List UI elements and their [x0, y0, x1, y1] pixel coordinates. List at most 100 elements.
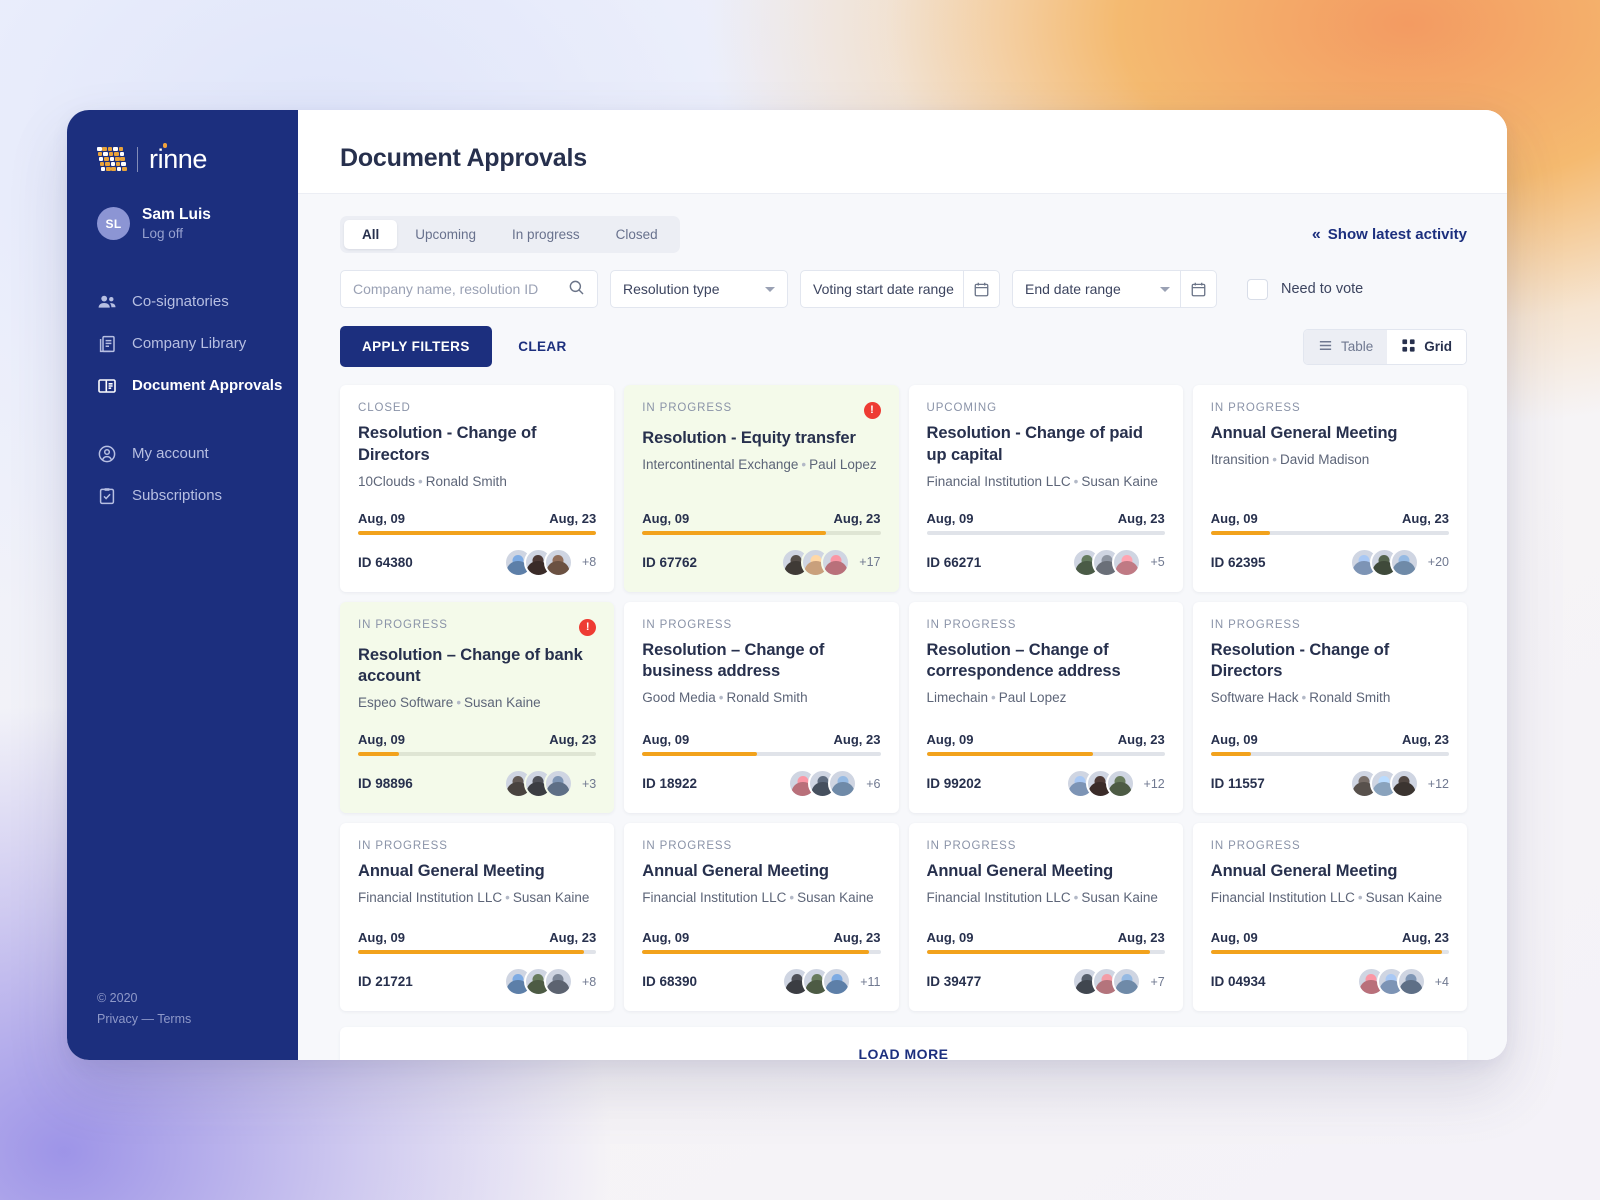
avatar — [543, 967, 573, 997]
voting-start-date-label: Voting start date range — [813, 281, 954, 297]
resolution-card[interactable]: UPCOMING Resolution - Change of paid up c… — [908, 385, 1183, 592]
resolution-card[interactable]: IN PROGRESS! Resolution - Equity transfer… — [624, 385, 899, 592]
avatar-stack — [1072, 967, 1142, 997]
end-date-range-field[interactable]: End date range — [1012, 270, 1217, 308]
card-person: Ronald Smith — [1309, 690, 1391, 706]
status-badge: IN PROGRESS — [642, 618, 733, 631]
avatar-group[interactable]: +3 — [503, 769, 596, 799]
avatar-overflow-count: +17 — [859, 555, 881, 570]
terms-link[interactable]: Terms — [157, 1012, 191, 1026]
card-subtitle: Intercontinental Exchange • Paul Lopez — [642, 457, 880, 472]
avatar-stack — [503, 769, 573, 799]
avatar-group[interactable]: +7 — [1072, 967, 1165, 997]
checkbox-box[interactable] — [1247, 278, 1268, 300]
filter-action-buttons: APPLY FILTERS CLEAR — [340, 326, 567, 367]
avatar — [821, 547, 851, 577]
status-badge: IN PROGRESS — [926, 618, 1017, 631]
avatar-group[interactable]: +12 — [1349, 769, 1449, 799]
card-start-date: Aug, 09 — [642, 930, 690, 946]
tab-in-progress[interactable]: In progress — [494, 220, 598, 249]
avatar-overflow-count: +12 — [1427, 776, 1449, 791]
avatar — [1389, 547, 1419, 577]
avatar-group[interactable]: +8 — [503, 547, 596, 577]
card-company: Financial Institution LLC — [642, 889, 787, 905]
load-more-button[interactable]: LOAD MORE — [340, 1027, 1467, 1060]
resolution-card[interactable]: IN PROGRESS Annual General Meeting Financi… — [908, 823, 1183, 1012]
card-title: Resolution - Change of paid up capital — [926, 424, 1143, 464]
logo-i-dot-icon — [162, 143, 167, 148]
card-footer: ID 64380 +8 — [358, 535, 596, 592]
resolution-card[interactable]: IN PROGRESS Resolution – Change of busine… — [624, 601, 899, 814]
avatar-group[interactable]: +4 — [1356, 967, 1449, 997]
status-badge: IN PROGRESS — [642, 402, 733, 414]
user-profile[interactable]: SL Sam Luis Log off — [67, 173, 298, 243]
avatar-group[interactable]: +17 — [781, 547, 881, 577]
card-end-date: Aug, 23 — [549, 510, 597, 526]
card-company: Espeo Software — [358, 695, 454, 711]
card-header: IN PROGRESS — [642, 840, 880, 852]
resolution-card[interactable]: IN PROGRESS Annual General Meeting Financi… — [340, 823, 615, 1012]
avatar-stack — [788, 769, 858, 799]
tab-all[interactable]: All — [344, 220, 398, 249]
avatar-group[interactable]: +6 — [788, 769, 881, 799]
avatar-stack — [1356, 967, 1426, 997]
card-header: IN PROGRESS — [358, 840, 596, 852]
card-title: Resolution – Change of correspondence ad… — [926, 640, 1121, 681]
avatar-group[interactable]: +20 — [1349, 547, 1449, 577]
sidebar-item-my-account[interactable]: My account — [67, 433, 298, 475]
card-start-date: Aug, 09 — [358, 510, 405, 526]
alert-icon[interactable]: ! — [863, 402, 881, 419]
voting-start-date-range-field[interactable]: Voting start date range — [800, 270, 1000, 308]
card-title: Annual General Meeting — [1210, 862, 1398, 881]
separator-dot-icon: • — [418, 473, 423, 489]
avatar-group[interactable]: +8 — [503, 967, 596, 997]
search-icon[interactable] — [568, 279, 585, 299]
resolution-card[interactable]: IN PROGRESS! Resolution – Change of bank … — [340, 601, 615, 814]
need-to-vote-checkbox[interactable]: Need to vote — [1247, 278, 1363, 300]
avatar-group[interactable]: +5 — [1072, 547, 1165, 577]
clear-filters-button[interactable]: CLEAR — [518, 339, 567, 354]
resolution-card[interactable]: IN PROGRESS Annual General Meeting Financi… — [624, 823, 899, 1012]
sidebar-item-subscriptions[interactable]: Subscriptions — [67, 475, 298, 517]
status-badge: IN PROGRESS — [1210, 402, 1301, 414]
resolution-card[interactable]: CLOSED Resolution - Change of Directors 10… — [340, 385, 615, 592]
log-off-link[interactable]: Log off — [142, 225, 211, 243]
show-latest-activity-button[interactable]: « Show latest activity — [1312, 226, 1467, 243]
resolution-card[interactable]: IN PROGRESS Annual General Meeting Financi… — [1192, 823, 1467, 1012]
card-company: Good Media — [642, 690, 716, 706]
sidebar-item-document-approvals[interactable]: Document Approvals — [67, 365, 298, 407]
resolution-card[interactable]: IN PROGRESS Resolution - Change of Direct… — [1192, 601, 1467, 814]
view-toggle-table[interactable]: Table — [1303, 329, 1388, 364]
app-logo[interactable]: rinne — [67, 110, 298, 173]
calendar-icon[interactable] — [1180, 270, 1216, 308]
resolution-type-label: Resolution type — [623, 281, 720, 297]
card-start-date: Aug, 09 — [926, 510, 974, 526]
card-dates: Aug, 09 Aug, 23 — [358, 511, 596, 526]
avatar-stack — [503, 967, 573, 997]
apply-filters-button[interactable]: APPLY FILTERS — [340, 326, 492, 367]
search-input[interactable] — [353, 281, 553, 297]
tab-closed[interactable]: Closed — [598, 220, 676, 249]
search-field[interactable] — [340, 270, 598, 308]
avatar-group[interactable]: +11 — [782, 967, 881, 997]
card-id: ID 67762 — [642, 554, 698, 570]
card-end-date: Aug, 23 — [1117, 732, 1165, 748]
sidebar-item-company-library[interactable]: Company Library — [67, 323, 298, 365]
avatar-group[interactable]: +12 — [1065, 769, 1165, 799]
calendar-icon[interactable] — [963, 270, 999, 308]
view-toggle-grid[interactable]: Grid — [1387, 329, 1466, 364]
resolution-card[interactable]: IN PROGRESS Annual General Meeting Itransi… — [1192, 385, 1467, 592]
tab-upcoming[interactable]: Upcoming — [397, 220, 494, 249]
card-title: Annual General Meeting — [1210, 424, 1398, 442]
alert-icon[interactable]: ! — [579, 618, 597, 636]
resolution-card[interactable]: IN PROGRESS Resolution – Change of corres… — [908, 601, 1183, 814]
privacy-link[interactable]: Privacy — [97, 1012, 138, 1026]
card-dates: Aug, 09 Aug, 23 — [642, 732, 880, 747]
card-company: Intercontinental Exchange — [642, 456, 799, 472]
status-badge: IN PROGRESS — [358, 840, 448, 853]
avatar-stack — [1349, 769, 1419, 799]
status-badge: IN PROGRESS — [1210, 618, 1301, 631]
card-footer: ID 98896 +3 — [358, 756, 596, 813]
resolution-type-select[interactable]: Resolution type — [610, 270, 788, 308]
sidebar-item-co-signatories[interactable]: Co-signatories — [67, 281, 298, 323]
